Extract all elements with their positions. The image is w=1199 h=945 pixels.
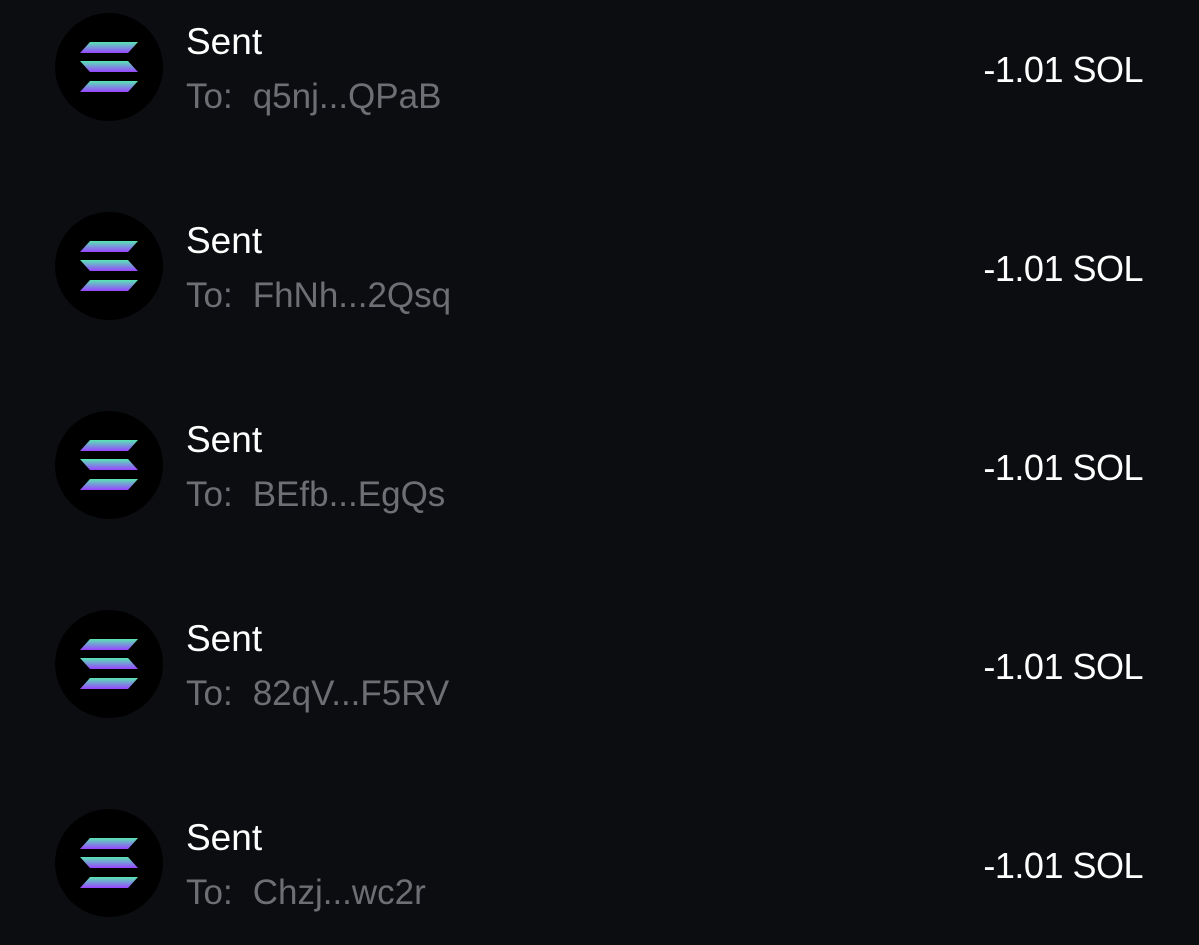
to-label: To: bbox=[186, 674, 233, 713]
token-avatar bbox=[55, 212, 163, 320]
transaction-row[interactable]: Sent To: BEfb...EgQs -1.01 SOL bbox=[0, 398, 1199, 597]
recipient-address: Chzj...wc2r bbox=[252, 873, 426, 912]
solana-icon bbox=[80, 440, 138, 490]
solana-icon bbox=[80, 838, 138, 888]
transaction-row[interactable]: Sent To: 82qV...F5RV -1.01 SOL bbox=[0, 597, 1199, 796]
token-avatar bbox=[55, 411, 163, 519]
transaction-type: Sent bbox=[186, 21, 263, 62]
transaction-row[interactable]: Sent To: FhNh...2Qsq -1.01 SOL bbox=[0, 199, 1199, 398]
recipient-address: 82qV...F5RV bbox=[252, 674, 450, 713]
token-avatar bbox=[55, 809, 163, 917]
solana-icon bbox=[80, 42, 138, 92]
token-avatar bbox=[55, 13, 163, 121]
to-label: To: bbox=[186, 77, 233, 116]
transaction-list: Sent To: q5nj...QPaB -1.01 SOL Sent To: bbox=[0, 0, 1199, 945]
solana-icon bbox=[80, 241, 138, 291]
transaction-recipient: To: Chzj...wc2r bbox=[186, 875, 426, 910]
transaction-type: Sent bbox=[186, 618, 263, 659]
transaction-recipient: To: BEfb...EgQs bbox=[186, 477, 445, 512]
to-label: To: bbox=[186, 873, 233, 912]
transaction-amount: -1.01 SOL bbox=[983, 49, 1143, 90]
solana-icon bbox=[80, 639, 138, 689]
transaction-row[interactable]: Sent To: Chzj...wc2r -1.01 SOL bbox=[0, 796, 1199, 945]
to-label: To: bbox=[186, 276, 233, 315]
recipient-address: q5nj...QPaB bbox=[252, 77, 442, 116]
transaction-recipient: To: 82qV...F5RV bbox=[186, 676, 449, 711]
transaction-row[interactable]: Sent To: q5nj...QPaB -1.01 SOL bbox=[0, 0, 1199, 199]
token-avatar bbox=[55, 610, 163, 718]
transaction-type: Sent bbox=[186, 817, 263, 858]
transaction-amount: -1.01 SOL bbox=[983, 646, 1143, 687]
transaction-amount: -1.01 SOL bbox=[983, 248, 1143, 289]
to-label: To: bbox=[186, 475, 233, 514]
transaction-amount: -1.01 SOL bbox=[983, 845, 1143, 886]
recipient-address: FhNh...2Qsq bbox=[252, 276, 452, 315]
transaction-recipient: To: FhNh...2Qsq bbox=[186, 278, 451, 313]
transaction-type: Sent bbox=[186, 220, 263, 261]
transaction-amount: -1.01 SOL bbox=[983, 447, 1143, 488]
recipient-address: BEfb...EgQs bbox=[252, 475, 446, 514]
transaction-recipient: To: q5nj...QPaB bbox=[186, 79, 441, 114]
transaction-type: Sent bbox=[186, 419, 263, 460]
